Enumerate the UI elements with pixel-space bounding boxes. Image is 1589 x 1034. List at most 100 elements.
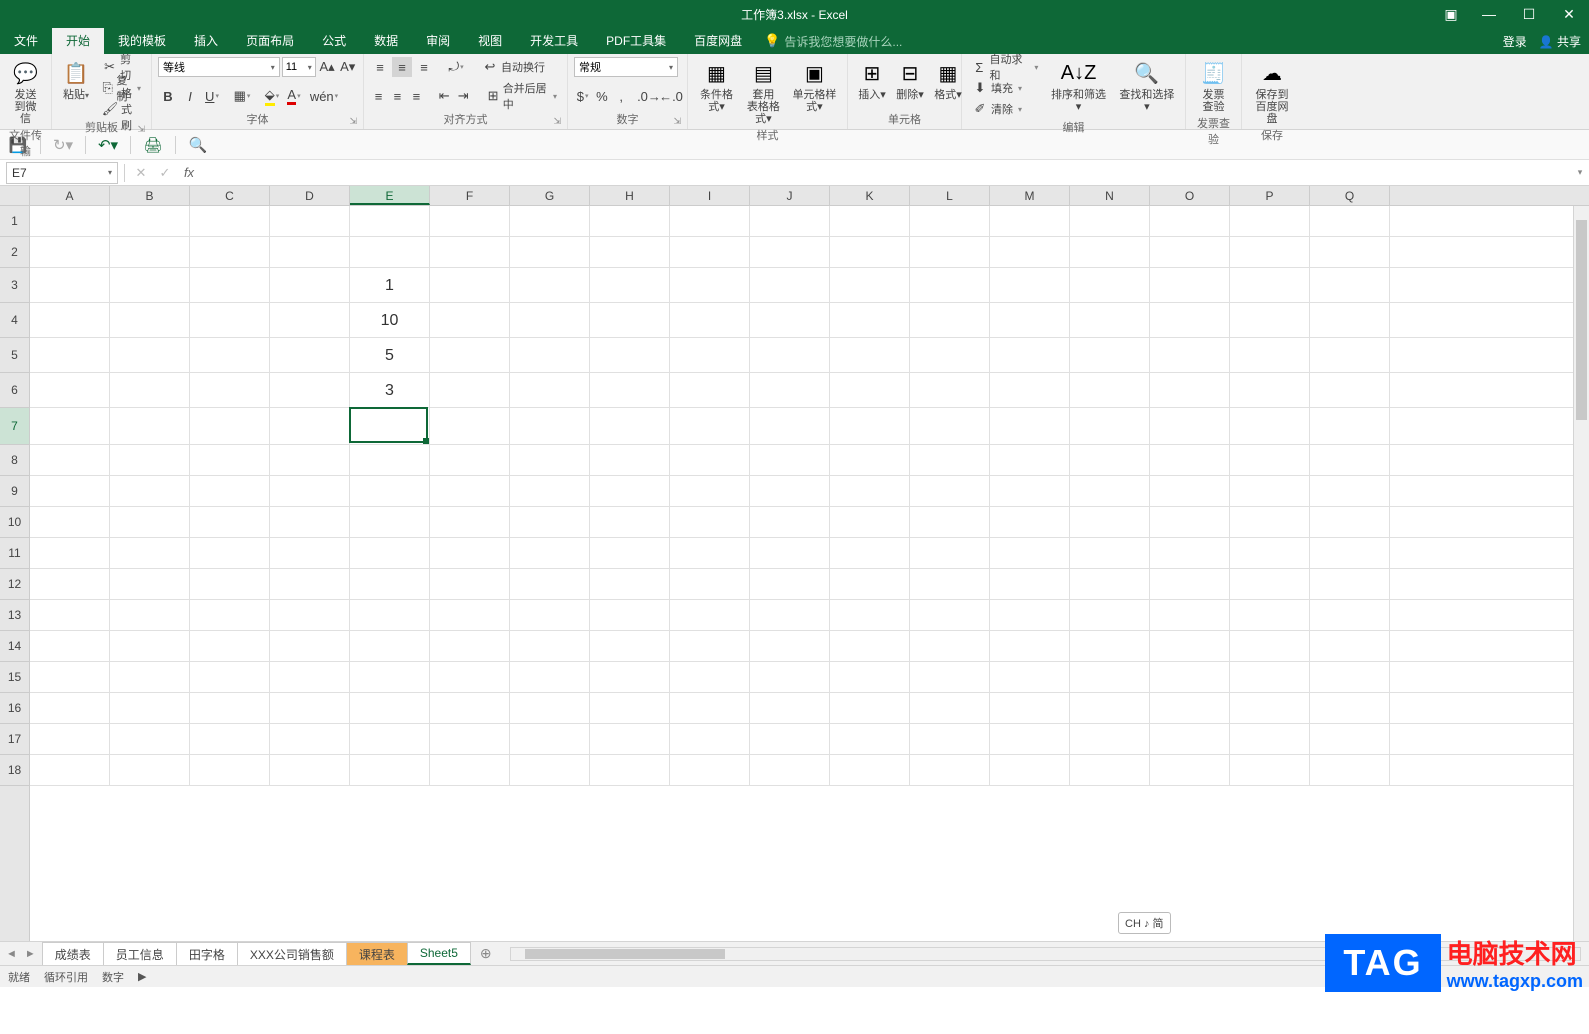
cell[interactable] [30,507,110,538]
dialog-launcher-icon[interactable]: ⇲ [553,116,561,127]
cell[interactable] [750,631,830,662]
cell[interactable] [590,206,670,237]
cell[interactable] [990,569,1070,600]
column-header[interactable]: P [1230,186,1310,205]
cell[interactable] [990,338,1070,373]
cell[interactable] [510,755,590,786]
cell[interactable] [1070,303,1150,338]
cell[interactable] [750,507,830,538]
print-preview-icon[interactable]: 🔍 [188,135,208,155]
cell[interactable] [350,408,430,445]
merge-center-button[interactable]: ⊞合并后居中▾ [483,86,562,106]
ribbon-display-options-icon[interactable]: ▣ [1433,0,1469,28]
cell[interactable] [110,268,190,303]
cell[interactable] [270,693,350,724]
menu-tab-公式[interactable]: 公式 [308,28,360,54]
cell[interactable] [750,755,830,786]
border-button[interactable]: ▦ [232,86,252,106]
decrease-font-icon[interactable]: A▾ [338,57,357,77]
cell[interactable] [1070,408,1150,445]
sheet-next-icon[interactable]: ► [25,948,36,960]
row-header[interactable]: 2 [0,237,29,268]
cell[interactable] [430,373,510,408]
cell[interactable] [1230,206,1310,237]
cell[interactable] [270,373,350,408]
row-header[interactable]: 18 [0,755,29,786]
column-header[interactable]: A [30,186,110,205]
cell[interactable] [1230,445,1310,476]
cell[interactable] [670,693,750,724]
cell[interactable] [830,600,910,631]
column-header[interactable]: M [990,186,1070,205]
cell[interactable] [510,600,590,631]
cell[interactable] [670,408,750,445]
cell[interactable] [830,569,910,600]
cell[interactable] [1150,445,1230,476]
cell[interactable] [510,538,590,569]
cell[interactable] [590,373,670,408]
menu-tab-我的模板[interactable]: 我的模板 [104,28,180,54]
sheet-tab[interactable]: 成绩表 [42,942,104,965]
cell[interactable] [190,237,270,268]
cell[interactable] [1310,538,1390,569]
cell[interactable] [350,538,430,569]
fill-color-button[interactable]: ⬙ [262,86,282,106]
cell[interactable] [190,631,270,662]
cell[interactable] [750,206,830,237]
cell[interactable] [1310,206,1390,237]
column-header[interactable]: L [910,186,990,205]
cell[interactable] [990,445,1070,476]
cell[interactable] [1230,476,1310,507]
font-size-select[interactable]: 11▾ [282,57,316,77]
cell[interactable] [830,206,910,237]
cell[interactable] [1150,693,1230,724]
cell[interactable] [990,507,1070,538]
cell[interactable] [990,631,1070,662]
align-right-button[interactable]: ≡ [408,86,425,106]
cell[interactable] [1230,724,1310,755]
cell[interactable] [1230,507,1310,538]
cell[interactable] [190,206,270,237]
cell[interactable] [190,445,270,476]
cell[interactable] [30,631,110,662]
cell[interactable] [1070,268,1150,303]
cell[interactable] [1230,693,1310,724]
row-header[interactable]: 13 [0,600,29,631]
menu-tab-数据[interactable]: 数据 [360,28,412,54]
cell[interactable] [1150,268,1230,303]
row-header[interactable]: 17 [0,724,29,755]
cell[interactable] [30,476,110,507]
cell[interactable] [190,303,270,338]
cell[interactable] [110,507,190,538]
cell[interactable] [1150,303,1230,338]
cell[interactable] [1310,445,1390,476]
cell[interactable] [1230,569,1310,600]
cell[interactable] [1310,724,1390,755]
insert-cells-button[interactable]: ⊞插入▾ [854,57,890,103]
formula-input[interactable] [201,162,1571,184]
cell[interactable] [430,662,510,693]
cell[interactable] [910,237,990,268]
cell[interactable] [30,600,110,631]
cell[interactable] [270,600,350,631]
cell[interactable] [30,755,110,786]
cell[interactable] [910,476,990,507]
cell[interactable] [510,303,590,338]
cell[interactable] [510,631,590,662]
menu-tab-开始[interactable]: 开始 [52,28,104,54]
cell[interactable] [1070,206,1150,237]
cell[interactable] [350,662,430,693]
cell[interactable] [190,338,270,373]
cell[interactable] [30,445,110,476]
cell[interactable] [30,538,110,569]
cell[interactable] [830,724,910,755]
cell[interactable] [750,445,830,476]
cell[interactable] [910,569,990,600]
cell[interactable] [270,538,350,569]
sheet-tab[interactable]: 课程表 [346,942,408,965]
cell[interactable] [270,338,350,373]
cell[interactable] [1230,600,1310,631]
dialog-launcher-icon[interactable]: ⇲ [673,116,681,127]
cell[interactable] [910,538,990,569]
cell[interactable] [1070,237,1150,268]
